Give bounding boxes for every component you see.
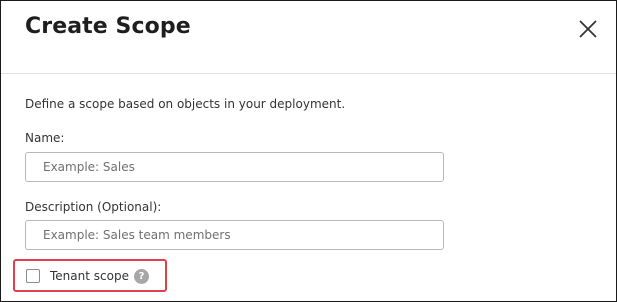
dialog-header: Create Scope <box>1 1 616 74</box>
description-input[interactable] <box>25 220 444 250</box>
name-input[interactable] <box>25 152 444 182</box>
dialog-title: Create Scope <box>25 14 191 39</box>
create-scope-dialog: Create Scope Define a scope based on obj… <box>0 0 617 302</box>
tenant-scope-label[interactable]: Tenant scope <box>50 269 129 283</box>
name-label: Name: <box>25 131 65 145</box>
close-icon[interactable] <box>578 19 598 39</box>
dialog-intro-text: Define a scope based on objects in your … <box>25 97 346 111</box>
tenant-scope-checkbox[interactable] <box>26 269 40 283</box>
help-icon[interactable]: ? <box>134 269 149 284</box>
description-label: Description (Optional): <box>25 200 162 214</box>
